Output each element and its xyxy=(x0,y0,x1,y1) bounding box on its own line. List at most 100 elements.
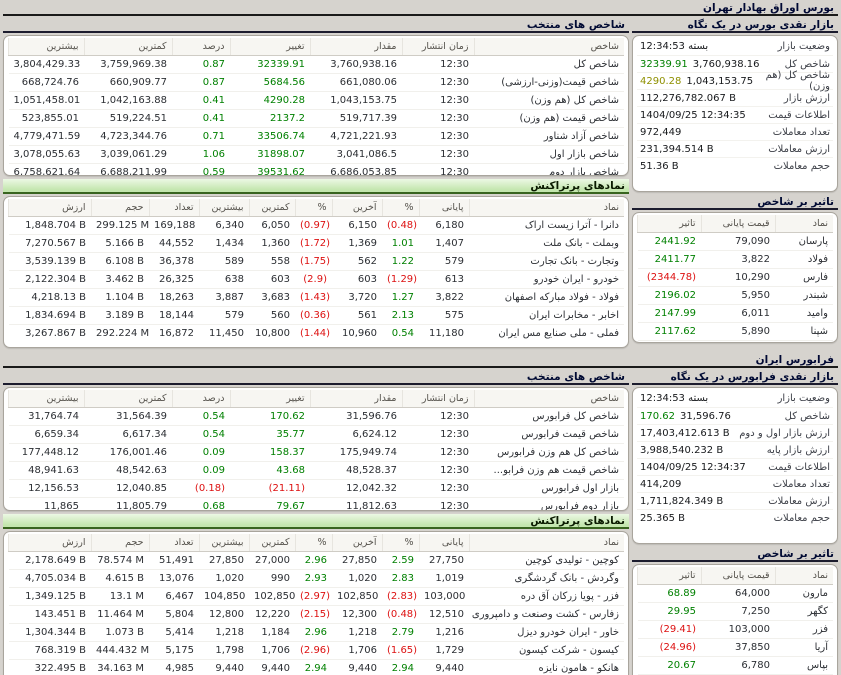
cell-low: 6,688,211.99 xyxy=(84,164,172,177)
column-header-symbol[interactable]: نماد xyxy=(775,567,833,585)
table-row[interactable]: آریا37,850(24.96) xyxy=(638,639,834,657)
table-row[interactable]: شاخص قیمت (هم وزن)12:30519,717.392137.20… xyxy=(9,110,625,128)
column-header-impact[interactable]: تاثیر xyxy=(638,567,702,585)
cell-low: 12,040.85 xyxy=(84,480,172,498)
table-row[interactable]: فزر103,000(29.41) xyxy=(638,621,834,639)
table-row[interactable]: کوچین - تولیدی کوچین27,7502.5927,8502.96… xyxy=(9,552,625,570)
table-row[interactable]: شاخص آزاد شناور12:304,721,221.9333506.74… xyxy=(9,128,625,146)
table-row[interactable]: اخابر - مخابرات ایران5752.13561(0.36)560… xyxy=(9,307,625,325)
cell-symbol: کوچین - تولیدی کوچین xyxy=(469,552,624,570)
table-row[interactable]: خاور - ایران خودرو دیزل1,2162.791,2182.9… xyxy=(9,624,625,642)
column-header-symbol[interactable]: نماد xyxy=(775,215,833,233)
table-row[interactable]: بازار دوم فرابورس12:3011,812.6379.670.68… xyxy=(9,498,625,512)
table-row[interactable]: شاخص قیمت فرابورس12:306,624.1235.770.546… xyxy=(9,426,625,444)
cell-high: 523,855.01 xyxy=(9,110,85,128)
table-row[interactable]: شاخص کل فرابورس12:3031,596.76170.620.543… xyxy=(9,408,625,426)
column-header-final-price[interactable]: قیمت پایانی xyxy=(701,215,775,233)
cell-high: 12,156.53 xyxy=(9,480,85,498)
table-row[interactable]: بپاس6,78020.67 xyxy=(638,657,834,675)
table-row[interactable]: دانرا - آترا زیست اراک6,180(0.48)6,150(0… xyxy=(9,217,625,235)
column-header-high[interactable]: بیشترین xyxy=(9,390,85,408)
column-header-last-pct[interactable]: % xyxy=(295,534,332,552)
column-header-impact[interactable]: تاثیر xyxy=(638,215,702,233)
column-header-volume[interactable]: حجم xyxy=(91,199,149,217)
column-header-low[interactable]: کمترین xyxy=(84,38,172,56)
cell-symbol: فزر - پویا زرکان آق دره xyxy=(469,588,624,606)
cell-close-pct: 1.22 xyxy=(382,253,419,271)
table-row[interactable]: خودرو - ایران خودرو613(1.29)603(2.9)6036… xyxy=(9,271,625,289)
cell-last-pct: 2.93 xyxy=(295,570,332,588)
column-header-close-pct[interactable]: % xyxy=(382,199,419,217)
column-header-last[interactable]: آخرین xyxy=(332,534,382,552)
table-row[interactable]: زفارس - کشت وصنعت و دامپروری پ...12,510(… xyxy=(9,606,625,624)
table-row[interactable]: شاخص قیمت(وزنی-ارزشی)12:30661,080.065684… xyxy=(9,74,625,92)
table-row[interactable]: فولاد3,8222411.77 xyxy=(638,251,834,269)
column-header-index-name[interactable]: شاخص xyxy=(474,38,624,56)
column-header-last-pct[interactable]: % xyxy=(295,199,332,217)
column-header-percent[interactable]: درصد xyxy=(172,38,230,56)
column-header-high[interactable]: بیشترین xyxy=(199,534,249,552)
column-header-high[interactable]: بیشترین xyxy=(9,38,85,56)
column-header-publish-time[interactable]: زمان انتشار xyxy=(402,38,474,56)
cell-percent: (0.18) xyxy=(172,480,230,498)
column-header-close[interactable]: پایانی xyxy=(419,199,469,217)
column-header-low[interactable]: کمترین xyxy=(249,534,295,552)
table-row[interactable]: شپنا5,8902117.62 xyxy=(638,323,834,341)
column-header-change[interactable]: تغییر xyxy=(230,38,310,56)
table-row[interactable]: شاخص کل12:303,760,938.1632339.910.873,75… xyxy=(9,56,625,74)
table-row[interactable]: وامید6,0112147.99 xyxy=(638,305,834,323)
column-header-symbol[interactable]: نماد xyxy=(469,534,624,552)
table-row[interactable]: فملی - ملی صنایع مس ایران11,1800.5410,96… xyxy=(9,325,625,343)
column-header-close[interactable]: پایانی xyxy=(419,534,469,552)
cell-low: 27,000 xyxy=(249,552,295,570)
column-header-value[interactable]: ارزش xyxy=(9,199,92,217)
table-row[interactable]: فزر - پویا زرکان آق دره103,000(2.83)102,… xyxy=(9,588,625,606)
cell-low: 660,909.77 xyxy=(84,74,172,92)
column-header-index-name[interactable]: شاخص xyxy=(474,390,624,408)
cell-change: 2137.2 xyxy=(230,110,310,128)
column-header-high[interactable]: بیشترین xyxy=(199,199,249,217)
cell-final-price: 6,780 xyxy=(701,657,775,675)
table-row[interactable]: وگردش - بانک گردشگری1,0192.831,0202.9399… xyxy=(9,570,625,588)
column-header-count[interactable]: تعداد xyxy=(149,534,199,552)
cell-index-name: شاخص قیمت هم وزن فرابو... xyxy=(474,462,624,480)
column-header-low[interactable]: کمترین xyxy=(249,199,295,217)
column-header-value[interactable]: مقدار xyxy=(310,390,402,408)
column-header-value[interactable]: ارزش xyxy=(9,534,92,552)
column-header-publish-time[interactable]: زمان انتشار xyxy=(402,390,474,408)
table-row[interactable]: پارسان79,0902441.92 xyxy=(638,233,834,251)
table-row[interactable]: شبندر5,9502196.02 xyxy=(638,287,834,305)
column-header-last[interactable]: آخرین xyxy=(332,199,382,217)
table-row[interactable]: کیسون - شرکت کیسون1,729(1.65)1,706(2.96)… xyxy=(9,642,625,660)
column-header-final-price[interactable]: قیمت پایانی xyxy=(701,567,775,585)
table-row[interactable]: مارون64,00068.89 xyxy=(638,585,834,603)
table-row[interactable]: فارس10,290(2344.78) xyxy=(638,269,834,287)
table-row[interactable]: فملی11,1802110.3 xyxy=(638,341,834,344)
table-row[interactable]: بازار اول فرابورس12:3012,042.32(21.11)(0… xyxy=(9,480,625,498)
column-header-value[interactable]: مقدار xyxy=(310,38,402,56)
cell-low: 48,542.63 xyxy=(84,462,172,480)
overview-row: شاخص کل (هم وزن)4290.281,043,153.75 xyxy=(637,72,833,89)
table-row[interactable]: هانکو - هامون نایزه9,4402.949,4402.949,4… xyxy=(9,660,625,675)
table-row[interactable]: وتجارت - بانک تجارت5791.22562(1.75)55858… xyxy=(9,253,625,271)
table-row[interactable]: وبملت - بانک ملت1,4071.011,369(1.72)1,36… xyxy=(9,235,625,253)
column-header-low[interactable]: کمترین xyxy=(84,390,172,408)
table-row[interactable]: شاخص کل هم وزن فرابورس12:30175,949.74158… xyxy=(9,444,625,462)
column-header-volume[interactable]: حجم xyxy=(91,534,149,552)
cell-low: 12,220 xyxy=(249,606,295,624)
cell-publish-time: 12:30 xyxy=(402,92,474,110)
table-row[interactable]: فولاد - فولاد مبارکه اصفهان3,8221.273,72… xyxy=(9,289,625,307)
table-row[interactable]: شاخص قیمت هم وزن فرابو...12:3048,528.374… xyxy=(9,462,625,480)
table-row[interactable]: شاخص کل (هم وزن)12:301,043,153.754290.28… xyxy=(9,92,625,110)
cell-high: 11,450 xyxy=(199,325,249,343)
column-header-change[interactable]: تغییر xyxy=(230,390,310,408)
cell-change: 43.68 xyxy=(230,462,310,480)
table-row[interactable]: شاخص بازار دوم12:306,686,053.8539531.620… xyxy=(9,164,625,177)
table-row[interactable]: شاخص بازار اول12:303,041,086.531898.071.… xyxy=(9,146,625,164)
cell-low: 102,850 xyxy=(249,588,295,606)
column-header-symbol[interactable]: نماد xyxy=(469,199,624,217)
table-row[interactable]: کگهر7,25029.95 xyxy=(638,603,834,621)
column-header-count[interactable]: تعداد xyxy=(149,199,199,217)
column-header-close-pct[interactable]: % xyxy=(382,534,419,552)
column-header-percent[interactable]: درصد xyxy=(172,390,230,408)
